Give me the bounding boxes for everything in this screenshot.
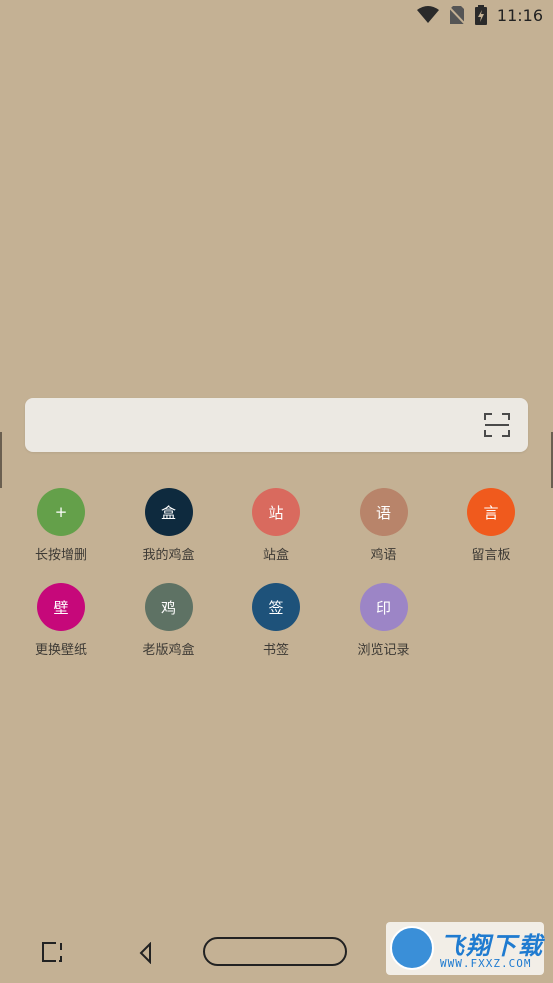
shortcut-tile[interactable]: 盒我的鸡盒 (115, 488, 223, 578)
watermark: 飞翔下载 WWW.FXXZ.COM (386, 922, 544, 975)
shortcut-label: 浏览记录 (357, 643, 410, 658)
shortcut-icon: + (37, 488, 85, 536)
scan-icon[interactable] (484, 412, 510, 438)
shortcut-tile[interactable]: 鸡老版鸡盒 (115, 583, 223, 673)
shortcut-label: 鸡语 (370, 548, 397, 563)
search-input[interactable] (39, 410, 483, 442)
shortcut-label: 留言板 (471, 548, 511, 563)
shortcut-icon: 签 (252, 583, 300, 631)
no-sim-icon (448, 5, 465, 25)
shortcut-tile[interactable]: 站站盒 (222, 488, 330, 578)
search-bar[interactable] (25, 398, 528, 452)
shortcut-tile[interactable]: 签书签 (222, 583, 330, 673)
shortcut-tile[interactable]: 言留言板 (437, 488, 545, 578)
shortcut-icon: 印 (359, 583, 408, 631)
watermark-logo-icon (390, 926, 434, 970)
shortcut-icon: 语 (359, 488, 408, 536)
shortcut-label: 更换壁纸 (34, 643, 87, 658)
edge-handle-left[interactable] (0, 432, 2, 488)
shortcut-icon: 鸡 (144, 583, 193, 631)
watermark-url: WWW.FXXZ.COM (440, 957, 532, 970)
shortcut-icon: 言 (467, 488, 515, 536)
shortcut-tile[interactable]: 印浏览记录 (330, 583, 438, 673)
shortcut-tile[interactable]: + 长按增删 (7, 488, 115, 578)
shortcut-label: 长按增删 (34, 548, 87, 563)
recent-apps-icon[interactable] (40, 940, 64, 964)
shortcut-tile[interactable]: 语鸡语 (330, 488, 438, 578)
back-icon[interactable] (138, 941, 154, 965)
wifi-icon (416, 6, 439, 24)
shortcut-icon: 站 (252, 488, 300, 536)
battery-charging-icon (474, 5, 487, 25)
status-bar: 11:16 (0, 0, 553, 30)
shortcut-label: 站盒 (262, 548, 289, 563)
watermark-title: 飞翔下载 (440, 932, 544, 960)
shortcut-label: 老版鸡盒 (142, 643, 195, 658)
home-pill[interactable] (203, 937, 347, 966)
shortcut-label: 书签 (262, 643, 289, 658)
shortcut-icon: 盒 (144, 488, 193, 536)
shortcut-tile[interactable]: 壁更换壁纸 (7, 583, 115, 673)
status-time: 11:16 (496, 5, 543, 25)
shortcut-icon: 壁 (37, 583, 85, 631)
shortcut-label: 我的鸡盒 (142, 548, 195, 563)
